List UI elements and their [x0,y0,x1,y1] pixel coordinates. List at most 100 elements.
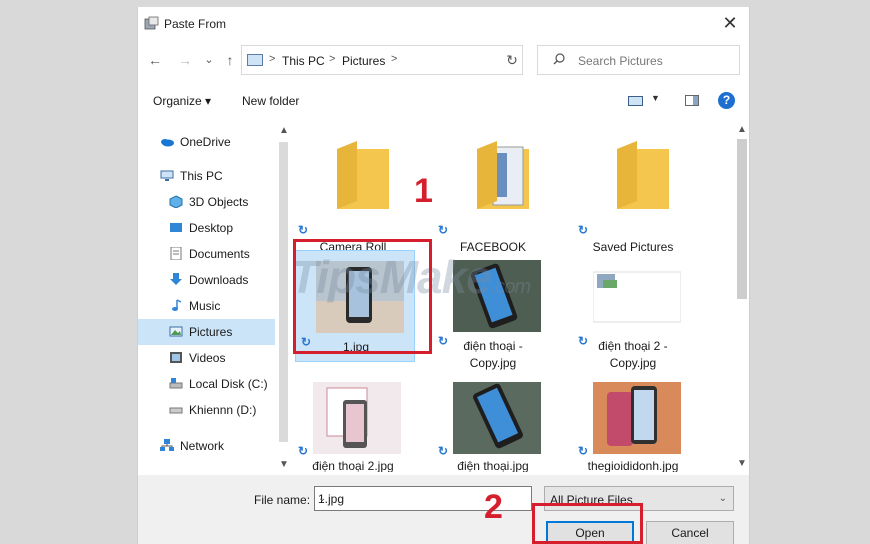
drive-icon [169,407,183,414]
document-icon [170,247,182,260]
search-icon [553,53,565,65]
sidebar-item-desktop[interactable]: Desktop [138,215,275,241]
preview-pane-icon[interactable] [685,95,699,106]
desktop-icon [170,223,182,232]
breadcrumb-pictures[interactable]: Pictures [342,54,385,68]
sidebar-item-videos[interactable]: Videos [138,345,275,371]
recent-locations-button[interactable]: ⌄ [200,51,218,69]
cube-icon [169,195,183,208]
folder-icon [337,141,389,209]
download-icon [170,273,182,285]
sidebar-item-onedrive[interactable]: OneDrive [138,129,275,155]
this-pc-icon [247,54,263,66]
new-folder-button[interactable]: New folder [242,94,299,108]
file-item-facebook[interactable]: ↻ FACEBOOK [433,127,553,254]
folder-icon [477,141,529,209]
sidebar-item-label: Khiennn (D:) [189,403,257,417]
sync-icon: ↻ [438,223,449,237]
scroll-up-icon[interactable]: ▲ [737,124,747,135]
file-item-thegioididonh[interactable]: ↻ thegioididonh.jpg [573,372,693,472]
sidebar-item-this-pc[interactable]: This PC [138,163,275,189]
disk-icon [169,378,183,389]
sidebar-item-local-disk[interactable]: Local Disk (C:) [138,371,275,397]
file-item-saved-pictures[interactable]: ↻ Saved Pictures [573,127,693,254]
image-thumbnail [593,382,681,454]
pictures-icon [169,326,183,337]
file-item-label: thegioididonh.jpg [587,459,679,472]
file-item-label: điện thoại 2.jpg [312,459,394,472]
navigation-bar: ← → ⌄ ↑ > This PC > Pictures > ⌄ ↻ Searc… [138,45,749,77]
command-bar: Organize ▾ New folder ▼ ? [138,87,749,115]
computer-icon [160,170,174,181]
annotation-number-2: 2 [484,488,503,526]
annotation-box-step-2 [532,503,643,544]
sidebar-item-drive-d[interactable]: Khiennn (D:) [138,397,275,423]
folder-icon [617,141,669,209]
search-input[interactable]: Search Pictures [537,45,740,75]
scroll-down-icon[interactable]: ▼ [279,459,289,470]
file-item-dien-thoai-2-copy[interactable]: ↻ điện thoại 2 - Copy.jpg [573,250,693,370]
sidebar-item-label: Pictures [189,325,233,339]
paste-icon [144,16,159,30]
organize-menu[interactable]: Organize ▾ [153,94,211,108]
image-thumbnail [313,382,401,454]
sync-icon: ↻ [298,444,309,458]
sync-icon: ↻ [578,444,589,458]
image-thumbnail [593,271,681,323]
file-item-dien-thoai[interactable]: ↻ điện thoại.jpg [433,372,553,472]
sidebar-item-3d-objects[interactable]: 3D Objects [138,189,275,215]
breadcrumb-this-pc[interactable]: This PC [282,54,325,68]
scroll-up-icon[interactable]: ▲ [279,125,289,136]
help-icon[interactable]: ? [718,92,735,109]
sidebar-item-network[interactable]: Network [138,433,275,459]
scroll-down-icon[interactable]: ▼ [737,458,747,469]
title-bar: Paste From ✕ [138,7,749,39]
sidebar-item-label: OneDrive [180,135,231,149]
music-icon [172,299,182,311]
sidebar-item-pictures[interactable]: Pictures [138,319,275,345]
up-button[interactable]: ↑ [221,51,239,69]
chevron-right-icon: > [391,53,398,65]
sidebar-item-label: Documents [189,247,250,261]
file-list-scrollbar[interactable]: ▲ ▼ [735,122,749,472]
chevron-right-icon: > [269,53,276,65]
footer-panel: File name: 1.jpg ⌄ All Picture Files ⌄ O… [138,475,749,544]
network-icon [160,439,174,451]
sidebar-item-label: Videos [189,351,226,365]
sidebar-item-label: Music [189,299,221,313]
cancel-button[interactable]: Cancel [646,521,734,544]
refresh-button[interactable]: ↻ [502,50,522,70]
navigation-pane: OneDrive This PC 3D Objects Desktop Docu… [138,122,289,472]
address-bar[interactable]: > This PC > Pictures > ⌄ [241,45,581,75]
sidebar-item-label: Downloads [189,273,249,287]
back-button[interactable]: ← [146,51,164,69]
annotation-box-step-1 [293,239,432,354]
sidebar-item-label: This PC [180,169,223,183]
sidebar-item-label: 3D Objects [189,195,249,209]
scroll-thumb[interactable] [279,142,288,442]
view-dropdown-icon[interactable]: ▼ [651,93,660,103]
sidebar-item-label: Local Disk (C:) [189,377,268,391]
video-icon [170,352,182,363]
file-name-label: File name: [254,493,311,507]
file-item-label: điện thoại - Copy.jpg [463,339,523,370]
sidebar-item-downloads[interactable]: Downloads [138,267,275,293]
sidebar-item-music[interactable]: Music [138,293,275,319]
image-thumbnail [453,382,541,454]
chevron-down-icon[interactable]: ⌄ [719,493,727,504]
scroll-thumb[interactable] [737,139,747,299]
sync-icon: ↻ [298,223,309,237]
file-item-dien-thoai-2[interactable]: ↻ điện thoại 2.jpg [293,372,413,472]
forward-button[interactable]: → [176,51,194,69]
file-item-camera-roll[interactable]: ↻ Camera Roll [293,127,413,254]
view-mode-icon[interactable] [628,96,643,106]
annotation-number-1: 1 [414,172,433,210]
sidebar-item-documents[interactable]: Documents [138,241,275,267]
sync-icon: ↻ [438,444,449,458]
close-button[interactable]: ✕ [719,12,741,34]
chevron-right-icon: > [329,53,336,65]
file-item-label: điện thoại.jpg [457,459,529,472]
sidebar-item-label: Desktop [189,221,234,235]
onedrive-icon [161,139,174,147]
sync-icon: ↻ [578,223,589,237]
